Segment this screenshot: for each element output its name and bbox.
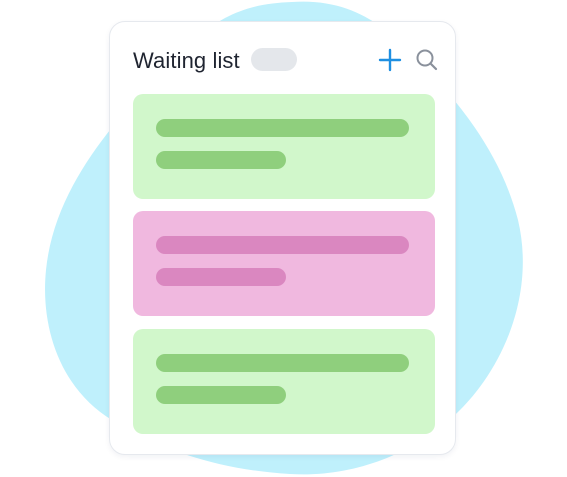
text-placeholder-line <box>156 386 286 404</box>
search-icon[interactable] <box>414 47 440 73</box>
list-item[interactable] <box>133 94 435 199</box>
panel-title: Waiting list <box>133 48 240 73</box>
list-item[interactable] <box>133 329 435 434</box>
text-placeholder-line <box>156 354 409 372</box>
list-item[interactable] <box>133 211 435 316</box>
panel-header: Waiting list <box>110 22 455 94</box>
waiting-list-panel: Waiting list <box>109 21 456 455</box>
plus-icon[interactable] <box>377 47 403 73</box>
text-placeholder-line <box>156 236 409 254</box>
illustration: Waiting list <box>0 0 567 477</box>
text-placeholder-line <box>156 151 286 169</box>
text-placeholder-line <box>156 268 286 286</box>
text-placeholder-line <box>156 119 409 137</box>
count-badge-placeholder <box>251 48 297 71</box>
